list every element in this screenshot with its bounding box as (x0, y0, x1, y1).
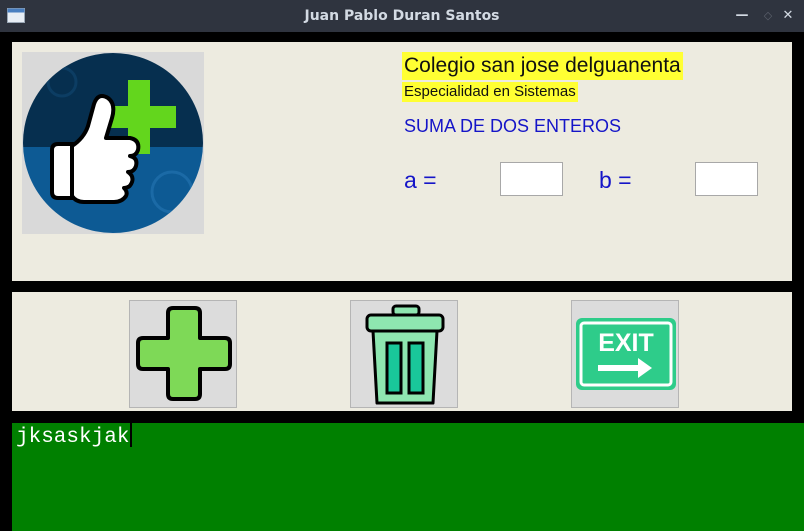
exit-sign-icon: EXIT (576, 318, 676, 390)
b-input[interactable] (695, 162, 758, 196)
b-label: b = (599, 167, 632, 193)
specialty-label: Especialidad en Sistemas (402, 82, 578, 102)
a-label: a = (404, 167, 437, 193)
a-input[interactable] (500, 162, 563, 196)
minimize-button[interactable]: — (732, 0, 752, 32)
exit-button[interactable]: EXIT (571, 300, 679, 408)
header-panel: Colegio san jose delguanenta Especialida… (12, 42, 792, 281)
close-button[interactable]: ✕ (778, 0, 798, 32)
clear-button[interactable] (350, 300, 458, 408)
exit-sign-text: EXIT (598, 329, 654, 357)
title-bar[interactable]: Juan Pablo Duran Santos — ◇ ✕ (0, 0, 804, 32)
button-panel: EXIT (12, 292, 792, 411)
thumbs-up-plus-logo (22, 52, 204, 234)
add-button[interactable] (129, 300, 237, 408)
text-caret (130, 423, 133, 447)
plus-icon (136, 306, 232, 401)
trash-icon (365, 304, 445, 405)
operation-title: SUMA DE DOS ENTEROS (404, 116, 622, 136)
maximize-button[interactable]: ◇ (758, 0, 778, 32)
school-name: Colegio san jose delguanenta (402, 52, 683, 80)
window-title: Juan Pablo Duran Santos (304, 8, 500, 24)
output-text: jksaskjak (16, 426, 130, 449)
output-text-area[interactable]: jksaskjak (12, 423, 804, 531)
